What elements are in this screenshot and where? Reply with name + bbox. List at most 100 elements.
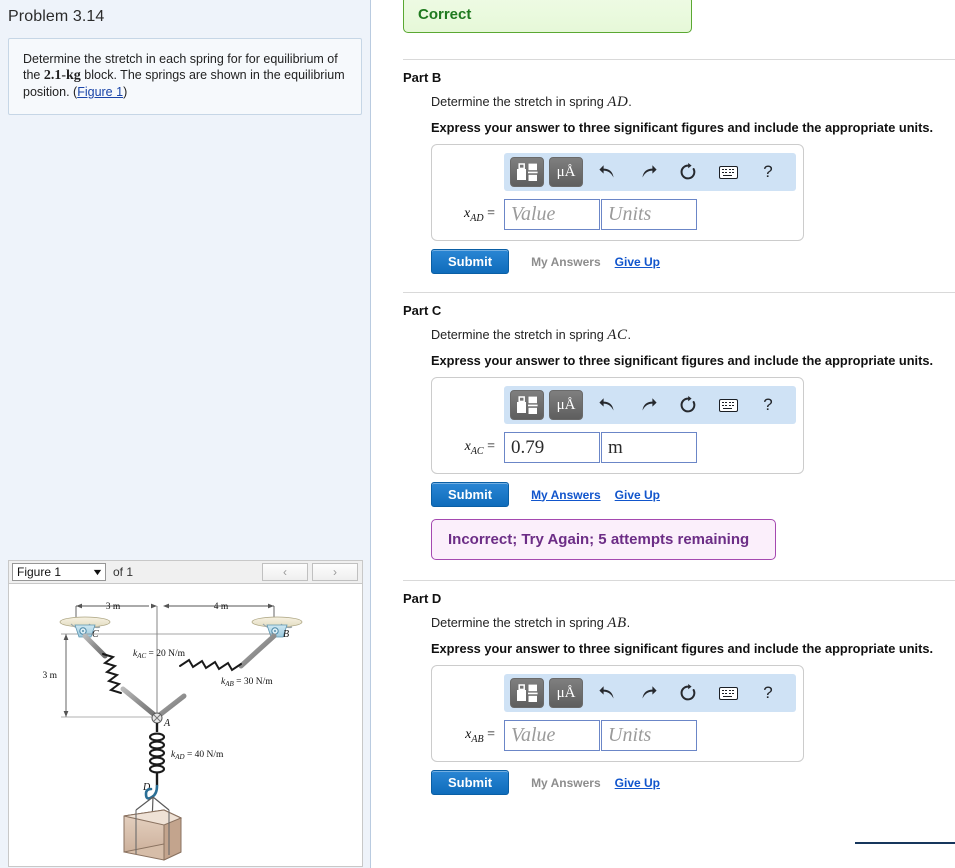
reset-circle-arrow-icon[interactable]	[668, 390, 708, 420]
part-b-submit-label: Submit	[448, 254, 493, 269]
undo-glyph	[599, 398, 614, 411]
part-c-my-answers-link[interactable]: My Answers	[531, 488, 601, 502]
part-b-units-input[interactable]: Units	[601, 199, 697, 230]
part-c-units-text: m	[608, 436, 623, 458]
part-c-question-prefix: Determine the stretch in spring	[431, 328, 608, 342]
part-b-units-placeholder: Units	[608, 203, 652, 225]
part-c-units-input[interactable]: m	[601, 432, 697, 463]
part-d-give-up-link[interactable]: Give Up	[615, 776, 660, 790]
question-mark-icon[interactable]: ?	[748, 157, 788, 187]
undo-arrow-icon[interactable]	[588, 678, 628, 708]
status-banner-incorrect-text: Incorrect; Try Again; 5 attempts remaini…	[448, 531, 750, 548]
math-template-icon[interactable]	[510, 390, 544, 420]
part-b-submit-button[interactable]: Submit	[431, 249, 510, 274]
figure-1-link[interactable]: Figure 1	[77, 85, 123, 99]
part-d-instruction: Express your answer to three significant…	[431, 641, 934, 656]
dimension-left-label: 3 m	[42, 671, 57, 681]
problem-statement-box: Determine the stretch in each spring for…	[8, 38, 362, 115]
keyboard-icon[interactable]	[708, 390, 748, 420]
undo-arrow-icon[interactable]	[588, 390, 628, 420]
figure-label-a: A	[163, 718, 171, 729]
chevron-down-icon: ▼	[91, 567, 104, 577]
figure-next-button[interactable]: ›	[312, 563, 358, 581]
part-d-actions: Submit My Answers Give Up	[431, 770, 955, 795]
spring-system-diagram: 3 m 4 m 3 m C B kAC = 20 N/m kAB = 30 N/…	[42, 602, 303, 861]
part-c-result-area: Incorrect; Try Again; 5 attempts remaini…	[431, 519, 955, 560]
part-d-variable-label: xAB =	[442, 727, 504, 745]
part-b-field-row: xAD = Value Units	[442, 199, 793, 230]
help-label: ?	[763, 683, 773, 702]
redo-glyph	[642, 686, 657, 699]
spring-ad	[148, 732, 166, 774]
undo-arrow-icon[interactable]	[588, 157, 628, 187]
part-b-math-toolbar: μÅ ?	[504, 153, 796, 191]
redo-arrow-icon[interactable]	[628, 678, 668, 708]
keyboard-glyph	[718, 398, 738, 412]
help-label: ?	[763, 162, 773, 181]
figure-select[interactable]: Figure 1 ▼	[12, 563, 106, 581]
part-d-submit-button[interactable]: Submit	[431, 770, 510, 795]
figure-count-label: of 1	[113, 565, 134, 579]
figure-nav-group: ‹ ›	[262, 563, 358, 581]
part-b-my-answers-link[interactable]: My Answers	[531, 255, 601, 269]
reset-glyph	[680, 163, 696, 180]
part-c-question-suffix: .	[627, 328, 631, 342]
part-b-actions: Submit My Answers Give Up	[431, 249, 955, 274]
part-c-value-text: 0.79	[511, 436, 545, 458]
figure-widget: Figure 1 ▼ of 1 ‹ › 3 m 4 m 3 m C B kAC …	[8, 560, 363, 867]
part-d-value-input[interactable]: Value	[504, 720, 600, 751]
math-template-icon[interactable]	[510, 157, 544, 187]
part-d-answer-box: μÅ ? xAB = Value Units	[431, 665, 804, 762]
figure-toolbar: Figure 1 ▼ of 1 ‹ ›	[8, 560, 363, 584]
reset-glyph	[680, 684, 696, 701]
part-c-equals: =	[487, 438, 495, 454]
question-mark-icon[interactable]: ?	[748, 390, 788, 420]
reset-circle-arrow-icon[interactable]	[668, 157, 708, 187]
part-b-give-up-link[interactable]: Give Up	[615, 255, 660, 269]
part-c-submit-label: Submit	[448, 487, 493, 502]
spring-ab-label: kAB = 30 N/m	[221, 677, 273, 688]
keyboard-icon[interactable]	[708, 157, 748, 187]
reset-glyph	[680, 396, 696, 413]
figure-prev-button[interactable]: ‹	[262, 563, 308, 581]
part-c-submit-button[interactable]: Submit	[431, 482, 510, 507]
figure-select-value: Figure 1	[17, 565, 62, 579]
part-d-question-prefix: Determine the stretch in spring	[431, 616, 608, 630]
math-template-glyph	[516, 683, 538, 702]
part-d-units-placeholder: Units	[608, 724, 652, 746]
micro-angstrom-units-icon[interactable]: μÅ	[549, 390, 583, 420]
part-d-question-variable: AB	[607, 615, 627, 631]
status-banner-correct: Correct	[403, 0, 692, 33]
micro-angstrom-units-icon[interactable]: μÅ	[549, 678, 583, 708]
part-d-units-input[interactable]: Units	[601, 720, 697, 751]
part-d-my-answers-link[interactable]: My Answers	[531, 776, 601, 790]
problem-mass-value: 2.1-kg	[43, 68, 81, 83]
redo-arrow-icon[interactable]	[628, 390, 668, 420]
part-a-result-area: Correct	[403, 0, 955, 37]
part-b-question-suffix: .	[628, 95, 632, 109]
status-banner-incorrect: Incorrect; Try Again; 5 attempts remaini…	[431, 519, 776, 560]
math-template-icon[interactable]	[510, 678, 544, 708]
part-b-question-prefix: Determine the stretch in spring	[431, 95, 608, 109]
part-c-give-up-link[interactable]: Give Up	[615, 488, 660, 502]
reset-circle-arrow-icon[interactable]	[668, 678, 708, 708]
part-b-value-placeholder: Value	[511, 203, 556, 225]
redo-glyph	[642, 398, 657, 411]
help-label: ?	[763, 395, 773, 414]
chevron-left-icon: ‹	[283, 565, 287, 579]
problem-page: Problem 3.14 Determine the stretch in ea…	[0, 0, 955, 868]
part-c-value-input[interactable]: 0.79	[504, 432, 600, 463]
part-b-question-variable: AD	[607, 94, 629, 110]
redo-arrow-icon[interactable]	[628, 157, 668, 187]
dimension-top-right-label: 4 m	[214, 602, 229, 612]
part-d-heading: Part D	[403, 591, 442, 606]
figure-label-b: B	[283, 629, 289, 640]
part-b-heading: Part B	[403, 70, 442, 85]
figure-image[interactable]: 3 m 4 m 3 m C B kAC = 20 N/m kAB = 30 N/…	[8, 584, 363, 867]
part-d-value-placeholder: Value	[511, 724, 556, 746]
part-c-question: Determine the stretch in spring AC.	[431, 327, 955, 344]
part-b-value-input[interactable]: Value	[504, 199, 600, 230]
question-mark-icon[interactable]: ?	[748, 678, 788, 708]
keyboard-icon[interactable]	[708, 678, 748, 708]
micro-angstrom-units-icon[interactable]: μÅ	[549, 157, 583, 187]
